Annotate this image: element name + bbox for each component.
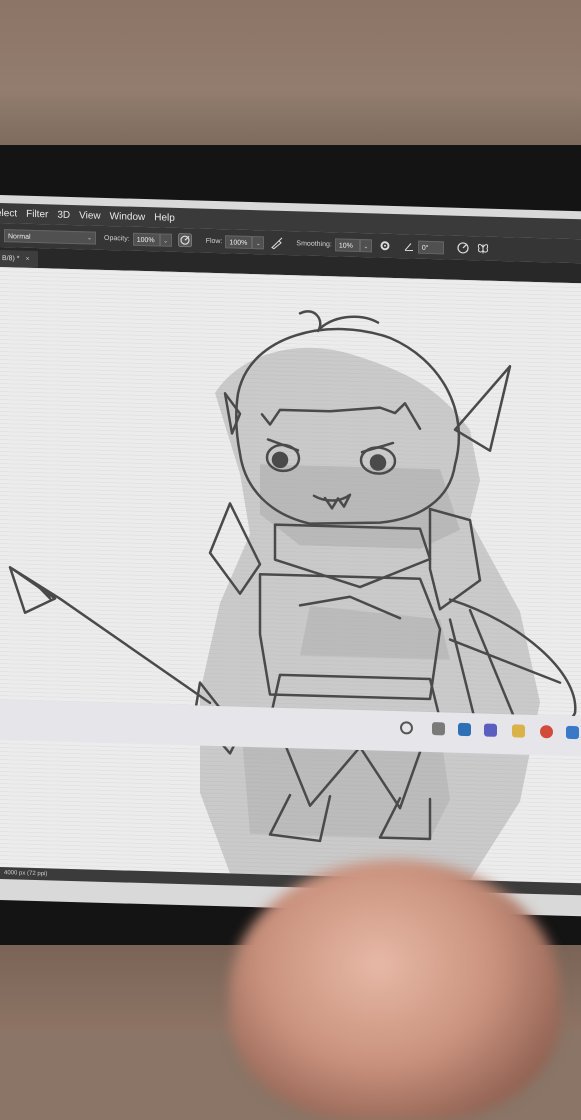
opacity-value: 100%: [136, 236, 155, 244]
chrome-icon[interactable]: [540, 725, 553, 739]
store-icon[interactable]: [566, 725, 579, 740]
menu-view[interactable]: View: [79, 210, 101, 222]
menu-3d[interactable]: 3D: [57, 209, 70, 220]
files-icon[interactable]: [512, 724, 525, 738]
shading-layer: [200, 347, 540, 881]
background-wall: [0, 0, 581, 150]
widgets-icon[interactable]: [458, 722, 471, 737]
menu-filter[interactable]: Filter: [26, 208, 48, 220]
angle-input[interactable]: 0°: [417, 240, 444, 254]
chevron-down-icon: ⌄: [255, 240, 261, 247]
drawing-canvas[interactable]: [0, 267, 581, 884]
menu-window[interactable]: Window: [110, 211, 146, 223]
opacity-input[interactable]: 100%: [132, 232, 160, 246]
flow-input[interactable]: 100%: [225, 234, 253, 249]
flow-value: 100%: [229, 238, 248, 247]
pressure-opacity-icon[interactable]: [177, 233, 192, 248]
blend-mode-value: Normal: [8, 232, 31, 241]
angle-value: 0°: [421, 244, 429, 252]
smoothing-dropdown[interactable]: ⌄: [359, 238, 372, 252]
flow-dropdown[interactable]: ⌄: [252, 235, 265, 249]
menu-help[interactable]: Help: [154, 212, 175, 224]
chat-icon[interactable]: [484, 723, 497, 737]
flow-label: Flow:: [205, 237, 223, 245]
task-view-icon[interactable]: [432, 722, 445, 736]
opacity-dropdown[interactable]: ⌄: [159, 232, 172, 247]
chevron-down-icon: ⌄: [86, 234, 92, 242]
chevron-down-icon: ⌄: [363, 243, 369, 250]
airbrush-icon[interactable]: [270, 236, 284, 250]
smoothing-input[interactable]: 10%: [334, 237, 360, 252]
gear-icon[interactable]: [378, 239, 392, 253]
smoothing-value: 10%: [338, 241, 353, 250]
menu-select[interactable]: elect: [0, 207, 17, 219]
pressure-size-icon[interactable]: [456, 241, 470, 255]
document-tab[interactable]: B/8) * ×: [0, 250, 38, 269]
document-tab-label: B/8) *: [2, 255, 20, 263]
butterfly-symmetry-icon[interactable]: [476, 241, 490, 255]
monitor-screen: elect Filter 3D View Window Help Normal …: [0, 195, 581, 917]
chevron-down-icon: ⌄: [163, 238, 169, 245]
document-size-label: 4000 px (72 ppi): [4, 870, 48, 878]
close-icon[interactable]: ×: [26, 256, 30, 263]
search-icon[interactable]: [400, 721, 413, 735]
blend-mode-select[interactable]: Normal ⌄: [4, 228, 96, 245]
knight-sketch-drawing: [8, 310, 577, 881]
smoothing-label: Smoothing:: [296, 239, 332, 248]
blurred-finger: [230, 860, 560, 1120]
opacity-label: Opacity:: [104, 234, 130, 243]
angle-icon: [402, 239, 416, 253]
